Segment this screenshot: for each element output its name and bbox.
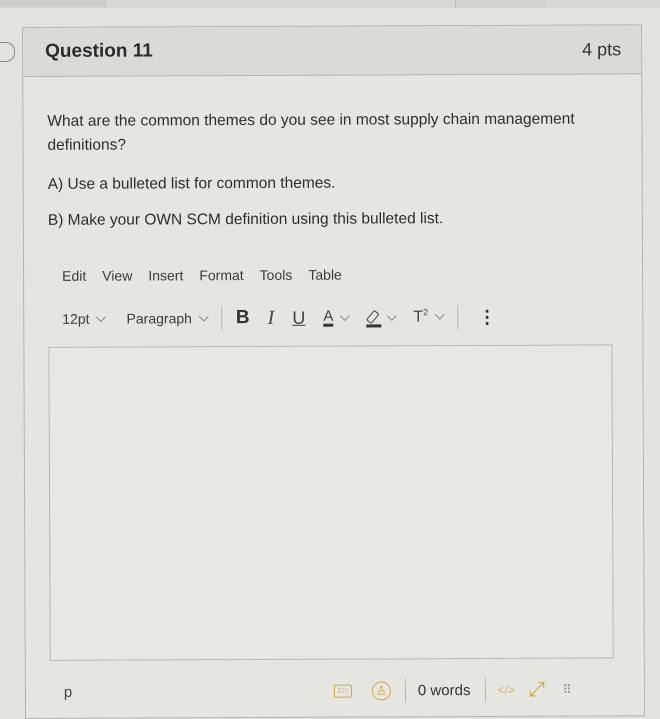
more-options-icon[interactable]: ⋮ [478, 306, 496, 327]
question-prompt: What are the common themes do you see in… [47, 110, 575, 154]
html-editor-icon[interactable]: </> [497, 683, 514, 697]
question-card: Question 11 4 pts What are the common th… [22, 24, 646, 719]
statusbar-divider [484, 677, 486, 702]
question-points: 4 pts [582, 38, 622, 60]
browser-top-strip [0, 0, 660, 8]
question-body: What are the common themes do you see in… [23, 107, 644, 705]
text-color-button[interactable]: A [323, 307, 350, 327]
menu-view[interactable]: View [102, 268, 132, 284]
top-tab-left [0, 0, 106, 7]
superscript-button[interactable]: T2 [413, 307, 445, 326]
toolbar-divider [457, 305, 459, 330]
accessibility-icon[interactable]: ♙ [371, 680, 391, 700]
statusbar-divider [404, 678, 406, 703]
chevron-down-icon [96, 311, 106, 322]
underline-button[interactable]: U [292, 307, 305, 328]
editor-toolbar: 12pt Paragraph B I U A T2 ⋮ [62, 302, 618, 332]
highlight-color-button[interactable] [366, 310, 397, 324]
flag-question-icon[interactable] [0, 42, 15, 62]
top-tab-right [455, 0, 546, 7]
editor-menubar: Edit View Insert Format Tools Table [62, 265, 618, 284]
rich-text-editor-area[interactable] [48, 344, 614, 661]
toolbar-divider [220, 306, 222, 331]
font-size-value: 12pt [62, 310, 90, 327]
keyboard-icon[interactable] [333, 684, 352, 698]
superscript-icon: T2 [413, 307, 429, 326]
menu-format[interactable]: Format [199, 267, 243, 283]
font-size-select[interactable]: 12pt [62, 310, 106, 327]
block-format-select[interactable]: Paragraph [126, 310, 209, 327]
chevron-down-icon [339, 310, 350, 321]
instruction-a: A) Use a bulleted list for common themes… [47, 174, 336, 193]
block-format-value: Paragraph [126, 310, 192, 327]
element-path[interactable]: p [64, 683, 72, 700]
question-title: Question 11 [45, 40, 153, 62]
chevron-down-icon [434, 310, 445, 321]
fullscreen-icon[interactable]: ⤢ [529, 678, 545, 701]
menu-edit[interactable]: Edit [62, 268, 86, 284]
menu-insert[interactable]: Insert [148, 267, 183, 283]
instruction-b: B) Make your OWN SCM definition using th… [47, 210, 444, 229]
text-color-icon: A [323, 307, 334, 327]
highlighter-icon [366, 310, 380, 324]
bold-button[interactable]: B [236, 307, 250, 329]
menu-table[interactable]: Table [308, 267, 342, 283]
question-header: Question 11 4 pts [23, 25, 642, 77]
chevron-down-icon [386, 310, 397, 321]
word-count[interactable]: 0 words [418, 682, 471, 699]
menu-tools[interactable]: Tools [260, 267, 293, 283]
italic-button[interactable]: I [268, 306, 275, 329]
resize-handle-icon[interactable]: ⠿ [563, 682, 573, 696]
editor-statusbar: p ♙ 0 words </> ⤢ ⠿ [64, 676, 620, 704]
chevron-down-icon [198, 311, 209, 322]
